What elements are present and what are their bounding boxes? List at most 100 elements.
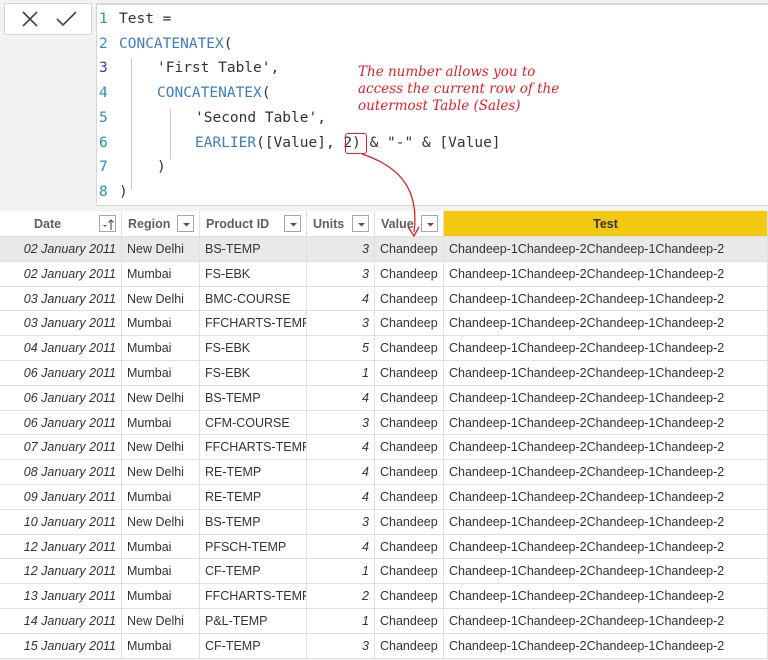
- dropdown-icon[interactable]: [352, 215, 369, 232]
- cell-test: Chandeep-1Chandeep-2Chandeep-1Chandeep-2: [444, 336, 768, 361]
- column-header-label: Date: [34, 217, 62, 231]
- table-row[interactable]: 15 January 2011 Mumbai CF-TEMP 3 Chandeep Cha…: [0, 633, 768, 659]
- code-line: 7): [97, 155, 757, 180]
- table-row[interactable]: 03 January 2011 Mumbai FFCHARTS-TEMP 3 Chand…: [0, 311, 768, 337]
- cell-product-id: BMC-COURSE: [200, 286, 307, 312]
- line-number: 7: [99, 159, 108, 176]
- cell-value: Chandeep: [375, 311, 444, 337]
- cell-units: 3: [307, 509, 375, 535]
- cell-test: Chandeep-1Chandeep-2Chandeep-1Chandeep-2: [444, 509, 768, 535]
- table-row[interactable]: 02 January 2011 Mumbai FS-EBK 3 Chandeep Chan…: [0, 261, 768, 287]
- power-bi-data-view: 1 Test = 2 CONCATENATEX(3 'First Table', 4 CON…: [0, 0, 768, 660]
- column-header-test[interactable]: Test: [444, 211, 768, 237]
- column-header-label: Product ID: [206, 217, 270, 231]
- cell-region: New Delhi: [122, 460, 200, 485]
- dax-function: EARLIER: [195, 134, 257, 151]
- dax-function: CONCATENATEX: [157, 85, 262, 102]
- line-number: 1: [99, 11, 108, 27]
- code-line: 6 EARLIER([Value], 2) & "-" & [Value]: [97, 131, 757, 156]
- code-token: (: [261, 85, 271, 102]
- cell-region: New Delhi: [122, 435, 200, 461]
- cell-units: 5: [307, 336, 375, 361]
- table-row[interactable]: 06 January 2011 New Delhi BS-TEMP 4 Chandeep…: [0, 385, 768, 411]
- cell-date: 10 January 2011: [0, 509, 122, 535]
- cell-value: Chandeep: [375, 336, 444, 361]
- cell-region: New Delhi: [122, 237, 200, 262]
- table-row[interactable]: 14 January 2011 New Delhi P&L-TEMP 1 Chandee…: [0, 609, 768, 634]
- dropdown-icon[interactable]: [177, 215, 194, 232]
- table-row[interactable]: 06 January 2011 Mumbai FS-EBK 1 Chandeep Chan…: [0, 361, 768, 386]
- cell-region: Mumbai: [122, 261, 200, 287]
- column-header-product-id[interactable]: Product ID: [200, 211, 307, 237]
- cell-test: Chandeep-1Chandeep-2Chandeep-1Chandeep-2: [444, 311, 768, 337]
- cell-test: Chandeep-1Chandeep-2Chandeep-1Chandeep-2: [444, 286, 768, 312]
- table-row[interactable]: 09 January 2011 Mumbai RE-TEMP 4 Chandeep Cha…: [0, 485, 768, 510]
- cell-test: Chandeep-1Chandeep-2Chandeep-1Chandeep-2: [444, 534, 768, 560]
- cell-units: 3: [307, 261, 375, 287]
- line-number: 2: [99, 35, 108, 52]
- cell-region: New Delhi: [122, 385, 200, 411]
- cell-test: Chandeep-1Chandeep-2Chandeep-1Chandeep-2: [444, 410, 768, 436]
- line-number: 4: [99, 85, 108, 102]
- cell-product-id: FFCHARTS-TEMP: [200, 584, 307, 609]
- sort-ascending-icon[interactable]: [99, 215, 116, 232]
- table-row[interactable]: 04 January 2011 Mumbai FS-EBK 5 Chandeep Chan…: [0, 336, 768, 361]
- cell-date: 15 January 2011: [0, 633, 122, 659]
- column-header-date[interactable]: Date: [0, 211, 122, 237]
- cell-date: 06 January 2011: [0, 385, 122, 411]
- cell-test: Chandeep-1Chandeep-2Chandeep-1Chandeep-2: [444, 633, 768, 659]
- cell-product-id: BS-TEMP: [200, 509, 307, 535]
- cell-units: 4: [307, 460, 375, 485]
- cell-date: 04 January 2011: [0, 336, 122, 361]
- check-icon[interactable]: [55, 8, 77, 30]
- cell-product-id: CF-TEMP: [200, 559, 307, 585]
- cell-units: 4: [307, 534, 375, 560]
- table-row[interactable]: 07 January 2011 New Delhi FFCHARTS-TEMP 4 Ch…: [0, 435, 768, 461]
- cell-test: Chandeep-1Chandeep-2Chandeep-1Chandeep-2: [444, 385, 768, 411]
- table-row[interactable]: 03 January 2011 New Delhi BMC-COURSE 4 Chand…: [0, 286, 768, 312]
- cell-date: 06 January 2011: [0, 410, 122, 436]
- cell-product-id: RE-TEMP: [200, 460, 307, 485]
- cell-test: Chandeep-1Chandeep-2Chandeep-1Chandeep-2: [444, 609, 768, 634]
- table-row[interactable]: 10 January 2011 New Delhi BS-TEMP 3 Chandeep…: [0, 509, 768, 535]
- table-row[interactable]: 02 January 2011 New Delhi BS-TEMP 3 Chandeep…: [0, 237, 768, 262]
- cell-region: Mumbai: [122, 584, 200, 609]
- cell-region: New Delhi: [122, 609, 200, 634]
- table-row[interactable]: 08 January 2011 New Delhi RE-TEMP 4 Chandeep…: [0, 460, 768, 485]
- column-header-value[interactable]: Value: [375, 211, 444, 237]
- dropdown-icon[interactable]: [421, 215, 438, 232]
- cell-date: 08 January 2011: [0, 460, 122, 485]
- cell-test: Chandeep-1Chandeep-2Chandeep-1Chandeep-2: [444, 559, 768, 585]
- cell-units: 1: [307, 559, 375, 585]
- column-header-region[interactable]: Region: [122, 211, 200, 237]
- cell-test: Chandeep-1Chandeep-2Chandeep-1Chandeep-2: [444, 237, 768, 262]
- cell-units: 1: [307, 609, 375, 634]
- cell-units: 3: [307, 633, 375, 659]
- cell-region: Mumbai: [122, 485, 200, 510]
- cell-date: 06 January 2011: [0, 361, 122, 386]
- line-number: 3: [99, 60, 108, 77]
- table-row[interactable]: 06 January 2011 Mumbai CFM-COURSE 3 Chandeep…: [0, 410, 768, 436]
- x-icon[interactable]: [19, 8, 41, 30]
- code-line: 2 CONCATENATEX(: [97, 32, 757, 57]
- cell-units: 4: [307, 286, 375, 312]
- table-row[interactable]: 12 January 2011 Mumbai CF-TEMP 1 Chandeep Cha…: [0, 559, 768, 585]
- cell-date: 12 January 2011: [0, 559, 122, 585]
- column-header-units[interactable]: Units: [307, 211, 375, 237]
- cell-value: Chandeep: [375, 435, 444, 461]
- cell-units: 4: [307, 385, 375, 411]
- cell-region: Mumbai: [122, 336, 200, 361]
- dropdown-icon[interactable]: [284, 215, 301, 232]
- cell-product-id: BS-TEMP: [200, 237, 307, 262]
- cell-test: Chandeep-1Chandeep-2Chandeep-1Chandeep-2: [444, 460, 768, 485]
- table-row[interactable]: 13 January 2011 Mumbai FFCHARTS-TEMP 2 Chand…: [0, 584, 768, 609]
- cell-value: Chandeep: [375, 509, 444, 535]
- code-token: ([Value], 2) & "-" & [Value]: [256, 134, 501, 151]
- cell-region: Mumbai: [122, 311, 200, 337]
- cell-region: Mumbai: [122, 361, 200, 386]
- column-header-label: Region: [128, 217, 171, 231]
- cell-test: Chandeep-1Chandeep-2Chandeep-1Chandeep-2: [444, 261, 768, 287]
- cell-value: Chandeep: [375, 286, 444, 312]
- table-row[interactable]: 12 January 2011 Mumbai PFSCH-TEMP 4 Chandeep…: [0, 534, 768, 560]
- code-text: 'Second Table',: [195, 106, 326, 131]
